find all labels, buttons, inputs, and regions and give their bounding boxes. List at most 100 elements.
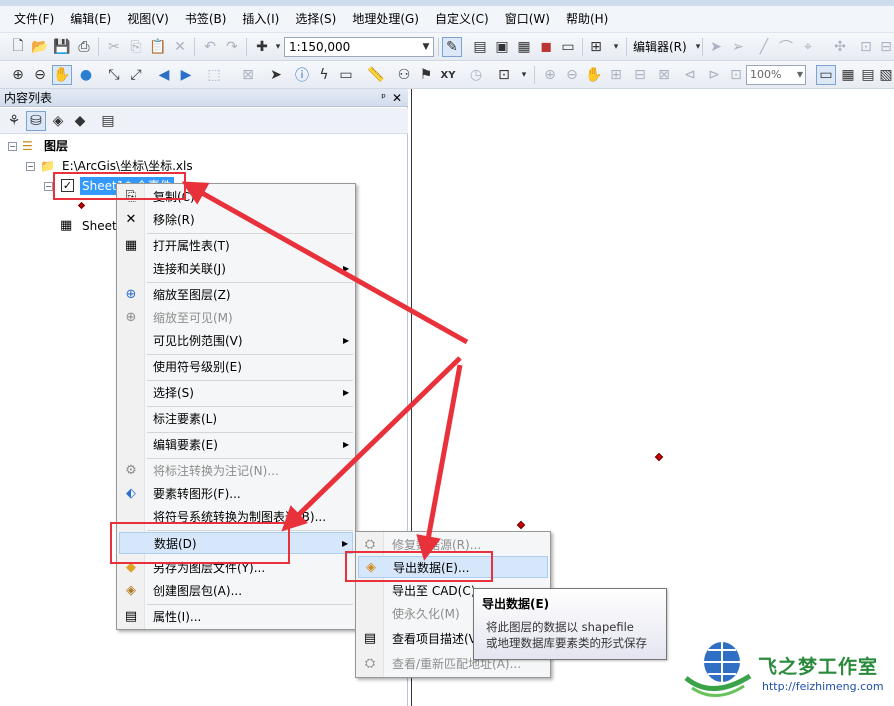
select-elements-icon[interactable]: ➤ xyxy=(266,65,286,85)
reshape-icon[interactable]: ⊡ xyxy=(856,37,876,57)
list-by-source-icon[interactable]: ⛁ xyxy=(26,111,46,131)
chevron-down-icon[interactable]: ▼ xyxy=(797,66,803,84)
menu-selection[interactable]: 选择(S) xyxy=(287,7,344,31)
menu-item-edit-features[interactable]: 编辑要素(E) ▶ xyxy=(119,434,353,456)
catalog-icon[interactable]: ▣ xyxy=(492,37,512,57)
find-binoculars-icon[interactable]: ⚇ xyxy=(394,65,414,85)
edit-tool-icon[interactable]: ➤ xyxy=(706,37,726,57)
menu-item-joins-relates[interactable]: 连接和关联(J) ▶ xyxy=(119,258,353,280)
trace-icon[interactable]: ⌖ xyxy=(798,37,818,57)
menu-item-visible-scale-range[interactable]: 可见比例范围(V) ▶ xyxy=(119,330,353,352)
fixed-zoom-layout-icon[interactable]: ⊟ xyxy=(630,65,650,85)
options-icon[interactable]: ▤ xyxy=(98,111,118,131)
chevron-down-icon[interactable]: ▼ xyxy=(419,38,433,56)
map-scale-combobox[interactable]: 1:150,000 ▼ xyxy=(284,37,434,57)
new-document-icon[interactable]: 🗋 xyxy=(8,37,28,57)
menu-item-selection[interactable]: 选择(S) ▶ xyxy=(119,382,353,404)
select-features-icon[interactable]: ⬚ xyxy=(204,65,224,85)
pin-icon[interactable]: ᵖ xyxy=(381,89,386,107)
delete-icon[interactable]: ✕ xyxy=(170,37,190,57)
menu-item-remove[interactable]: ✕ 移除(R) xyxy=(119,209,353,231)
paste-icon[interactable]: 📋 xyxy=(148,37,168,57)
menu-view[interactable]: 视图(V) xyxy=(119,7,177,31)
layout-forward-icon[interactable]: ⊳ xyxy=(704,65,724,85)
menu-item-create-layer-package[interactable]: ◈ 创建图层包(A)... xyxy=(119,580,353,602)
find-route-icon[interactable]: ⚑ xyxy=(416,65,436,85)
html-popup-icon[interactable]: ▭ xyxy=(336,65,356,85)
menu-item-zoom-to-visible[interactable]: ⊕ 缩放至可见(M) xyxy=(119,307,353,329)
zoom-out-icon[interactable]: ⊖ xyxy=(30,65,50,85)
menu-geoprocessing[interactable]: 地理处理(G) xyxy=(344,7,427,31)
copy-icon[interactable]: ⎘ xyxy=(126,37,146,57)
python-window-icon[interactable]: ▭ xyxy=(558,37,578,57)
collapse-icon[interactable]: − xyxy=(8,142,17,151)
layout-pan-icon[interactable]: ✋ xyxy=(584,65,604,85)
menu-item-symbol-levels[interactable]: 使用符号级别(E) xyxy=(119,356,353,378)
list-by-drawing-order-icon[interactable]: ⚘ xyxy=(4,111,24,131)
end-point-arc-icon[interactable]: ⌒ xyxy=(776,37,796,57)
back-extent-icon[interactable]: ◀ xyxy=(154,65,174,85)
undo-icon[interactable]: ↶ xyxy=(200,37,220,57)
toolbar-options-icon[interactable]: ▾ xyxy=(606,37,626,57)
menu-item-open-attribute-table[interactable]: ▦ 打开属性表(T) xyxy=(119,235,353,257)
hyperlink-icon[interactable]: ϟ xyxy=(314,65,334,85)
collapse-icon[interactable]: − xyxy=(26,162,35,171)
print-icon[interactable]: ⎙ xyxy=(74,37,94,57)
search-window-icon[interactable]: ▦ xyxy=(514,37,534,57)
layout-extent-icon[interactable]: ⊡ xyxy=(726,65,746,85)
open-folder-icon[interactable]: 📂 xyxy=(30,37,50,57)
toggle-draft-mode-icon[interactable]: ▭ xyxy=(816,65,836,85)
menu-item-properties[interactable]: ▤ 属性(I)... xyxy=(119,606,353,628)
menu-windows[interactable]: 窗口(W) xyxy=(497,7,558,31)
toolbox-icon[interactable]: ◼ xyxy=(536,37,556,57)
redo-icon[interactable]: ↷ xyxy=(222,37,242,57)
layout-zoom-combobox[interactable]: 100% ▼ xyxy=(746,65,806,85)
clear-selection-icon[interactable]: ⊠ xyxy=(238,65,258,85)
zoom-whole-page-icon[interactable]: ⊞ xyxy=(606,65,626,85)
full-extent-globe-icon[interactable]: ● xyxy=(76,65,96,85)
toolbar-options-icon[interactable]: ▾ xyxy=(514,65,534,85)
menu-edit[interactable]: 编辑(E) xyxy=(62,7,119,31)
layout-zoom-out-icon[interactable]: ⊖ xyxy=(562,65,582,85)
menu-bookmarks[interactable]: 书签(B) xyxy=(177,7,235,31)
zoom-in-icon[interactable]: ⊕ xyxy=(8,65,28,85)
fixed-zoom-in-icon[interactable]: ⤡ xyxy=(104,65,124,85)
fixed-zoom-out-icon[interactable]: ⤢ xyxy=(126,65,146,85)
forward-extent-icon[interactable]: ▶ xyxy=(176,65,196,85)
menu-file[interactable]: 文件(F) xyxy=(6,7,62,31)
menu-item-label-features[interactable]: 标注要素(L) xyxy=(119,408,353,430)
menu-item-convert-to-graphics[interactable]: ⬖ 要素转图形(F)... xyxy=(119,483,353,505)
list-by-selection-icon[interactable]: ◆ xyxy=(70,111,90,131)
change-layout-icon[interactable]: ▤ xyxy=(858,65,878,85)
menu-customize[interactable]: 自定义(C) xyxy=(427,7,497,31)
edit-annotation-icon[interactable]: ➢ xyxy=(728,37,748,57)
model-builder-icon[interactable]: ⊞ xyxy=(586,37,606,57)
list-by-visibility-icon[interactable]: ◈ xyxy=(48,111,68,131)
menu-item-convert-labels[interactable]: ⚙ 将标注转换为注记(N)... xyxy=(119,460,353,482)
zoom-100-icon[interactable]: ⊠ xyxy=(654,65,674,85)
close-icon[interactable]: ✕ xyxy=(392,89,402,107)
focus-data-frame-icon[interactable]: ▦ xyxy=(838,65,858,85)
identify-icon[interactable]: ⓘ xyxy=(292,65,312,85)
menu-item-zoom-to-layer[interactable]: ⊕ 缩放至图层(Z) xyxy=(119,284,353,306)
data-driven-pages-icon[interactable]: ▧ xyxy=(876,65,894,85)
editor-toolbar-icon[interactable]: ✎ xyxy=(442,37,462,57)
map-point-marker[interactable] xyxy=(654,452,664,462)
straight-segment-icon[interactable]: ╱ xyxy=(754,37,774,57)
menu-insert[interactable]: 插入(I) xyxy=(234,7,287,31)
map-point-marker[interactable] xyxy=(516,520,526,530)
layout-zoom-in-icon[interactable]: ⊕ xyxy=(540,65,560,85)
chevron-down-icon[interactable]: ▾ xyxy=(688,37,708,57)
time-slider-icon[interactable]: ◷ xyxy=(466,65,486,85)
menu-help[interactable]: 帮助(H) xyxy=(558,7,616,31)
save-icon[interactable]: 💾 xyxy=(52,37,72,57)
split-tool-icon[interactable]: ✣ xyxy=(830,37,850,57)
layout-back-icon[interactable]: ⊲ xyxy=(680,65,700,85)
tree-node-layers[interactable]: − ☰ 图层 xyxy=(8,137,208,155)
measure-icon[interactable]: 📏 xyxy=(366,65,386,85)
go-to-xy-icon[interactable]: XY xyxy=(438,65,458,85)
cut-icon[interactable]: ✂ xyxy=(104,37,124,57)
create-viewer-icon[interactable]: ⊡ xyxy=(494,65,514,85)
editor-menu[interactable]: 编辑器(R) xyxy=(633,37,687,57)
collapse-icon[interactable]: − xyxy=(44,182,53,191)
